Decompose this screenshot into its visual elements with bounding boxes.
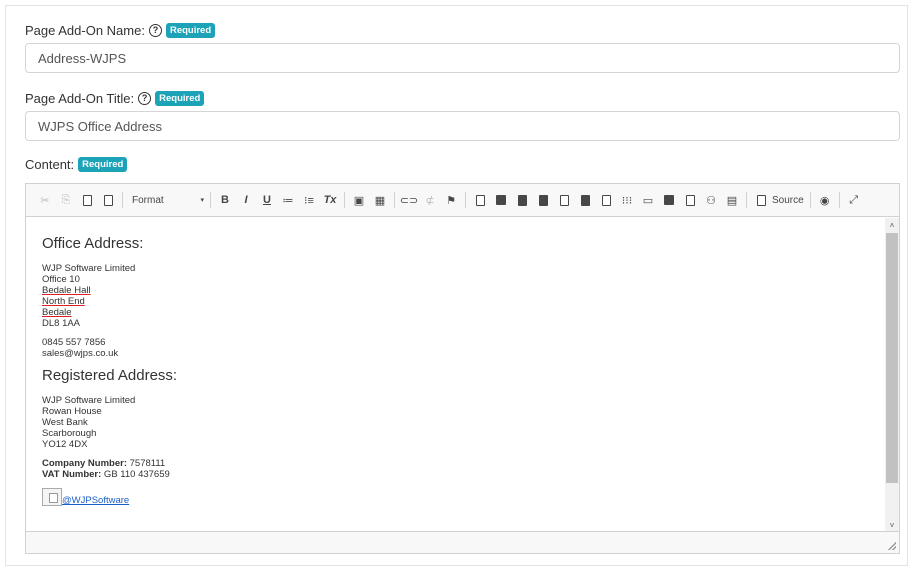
address-line: North End — [42, 296, 85, 307]
title-input-value: WJPS Office Address — [38, 118, 163, 134]
address-line: DL8 1AA — [42, 318, 81, 329]
maximize-icon[interactable]: ⤢ — [845, 191, 863, 209]
contact-details: 0845 557 7856 sales@wjps.co.uk — [42, 337, 869, 359]
toolbar-separator — [210, 192, 211, 208]
help-icon[interactable]: ? — [148, 23, 162, 37]
toolbar-separator — [838, 192, 840, 208]
italic-icon[interactable]: I — [237, 191, 255, 209]
search-doc-icon[interactable] — [681, 191, 699, 209]
remove-format-icon[interactable]: Tx — [321, 191, 339, 209]
address-line: Bedale — [42, 307, 72, 318]
source-icon[interactable] — [752, 191, 770, 209]
table-icon[interactable]: ▦ — [371, 191, 389, 209]
address-line: WJP Software Limited — [42, 395, 136, 406]
format-label: Format — [132, 194, 164, 206]
block-icon[interactable] — [492, 191, 510, 209]
address-line: Rowan House — [42, 406, 102, 417]
copy-icon[interactable]: ⎘ — [57, 191, 75, 209]
toolbar-separator — [122, 192, 123, 208]
company-number-label: Company Number: — [42, 458, 127, 469]
office-address: WJP Software Limited Office 10 Bedale Ha… — [42, 263, 869, 329]
social-link-row: @WJPSoftware — [42, 488, 869, 506]
cut-icon[interactable]: ✂ — [36, 191, 54, 209]
name-input-value: Address-WJPS — [38, 50, 127, 66]
format-dropdown[interactable]: Format ▾ — [132, 191, 204, 209]
address-line: Scarborough — [42, 428, 97, 439]
paste-icon[interactable] — [78, 191, 96, 209]
company-number: 7578111 — [126, 458, 166, 469]
vat-number-label: VAT Number: — [42, 469, 102, 480]
required-badge: Required — [78, 156, 128, 172]
form-icon[interactable] — [660, 191, 678, 209]
editor-toolbar: ✂ ⎘ Format ▾ B I U ≔ ⁝≡ Tx ▣ ▦ ⊂⊃ ⊄ ⚑ ⁝⁝… — [26, 184, 899, 217]
toolbar-separator — [394, 192, 395, 208]
address-line: WJP Software Limited — [42, 263, 136, 274]
folder-icon[interactable] — [534, 191, 552, 209]
image-icon[interactable]: ▣ — [350, 191, 368, 209]
company-details: Company Number: 7578111 VAT Number: GB 1… — [42, 458, 869, 480]
editor-scrollbar[interactable]: ˄ ˅ — [885, 218, 899, 532]
page-icon[interactable] — [555, 191, 573, 209]
scroll-up-icon[interactable]: ˄ — [885, 218, 899, 232]
form-panel: Page Add-On Name: ? Required Address-WJP… — [5, 5, 908, 566]
unlink-icon[interactable]: ⊄ — [421, 191, 439, 209]
phone-number: 0845 557 7856 — [42, 337, 106, 348]
address-line: Office 10 — [42, 274, 80, 285]
twitter-link[interactable]: @WJPSoftware — [62, 495, 129, 506]
address-line: YO12 4DX — [42, 439, 88, 450]
email-address: sales@wjps.co.uk — [42, 348, 119, 359]
rich-text-editor: ✂ ⎘ Format ▾ B I U ≔ ⁝≡ Tx ▣ ▦ ⊂⊃ ⊄ ⚑ ⁝⁝… — [25, 183, 900, 554]
bulleted-list-icon[interactable]: ⁝≡ — [300, 191, 318, 209]
content-label-text: Content: — [25, 156, 75, 172]
name-label-text: Page Add-On Name: — [25, 22, 145, 38]
chevron-down-icon: ▾ — [200, 197, 204, 204]
bold-icon[interactable]: B — [216, 191, 234, 209]
address-line: West Bank — [42, 417, 88, 428]
paste-text-icon[interactable] — [99, 191, 117, 209]
calendar-icon[interactable]: ▤ — [723, 191, 741, 209]
address-line: Bedale Hall — [42, 285, 91, 296]
toolbar-separator — [746, 192, 747, 208]
source-button[interactable]: Source — [772, 195, 804, 206]
scroll-down-icon[interactable]: ˅ — [885, 518, 899, 532]
toolbar-separator — [344, 192, 345, 208]
page-lines-icon[interactable] — [576, 191, 594, 209]
office-heading: Office Address: — [42, 235, 144, 252]
template-icon[interactable] — [471, 191, 489, 209]
resize-handle-icon[interactable] — [888, 542, 896, 550]
link-icon[interactable]: ⊂⊃ — [400, 191, 418, 209]
broken-image-icon — [42, 488, 62, 506]
doc-link-icon[interactable] — [597, 191, 615, 209]
toolbar-separator — [465, 192, 466, 208]
registered-address: WJP Software Limited Rowan House West Ba… — [42, 395, 869, 450]
underline-icon[interactable]: U — [258, 191, 276, 209]
scroll-thumb[interactable] — [886, 233, 898, 483]
required-badge: Required — [155, 90, 205, 106]
document-icon[interactable] — [513, 191, 531, 209]
toolbar-separator — [809, 192, 811, 208]
name-field-label: Page Add-On Name: ? Required — [25, 22, 216, 38]
page-addon-name-input[interactable]: Address-WJPS — [25, 43, 900, 73]
registered-heading: Registered Address: — [42, 367, 178, 384]
people-icon[interactable]: ⚇ — [702, 191, 720, 209]
accessibility-icon[interactable]: ◉ — [816, 191, 834, 209]
comment-icon[interactable]: ▭ — [639, 191, 657, 209]
numbered-list-icon[interactable]: ≔ — [279, 191, 297, 209]
editor-status-bar — [26, 531, 899, 553]
required-badge: Required — [165, 22, 216, 38]
editor-content[interactable]: Office Address: WJP Software Limited Off… — [26, 218, 885, 532]
help-icon[interactable]: ? — [138, 91, 152, 105]
anchor-icon[interactable]: ⚑ — [442, 191, 460, 209]
vat-number: GB 110 437659 — [101, 469, 170, 480]
title-label-text: Page Add-On Title: — [25, 90, 135, 106]
grid-icon[interactable]: ⁝⁝⁝ — [618, 191, 636, 209]
page-addon-title-input[interactable]: WJPS Office Address — [25, 111, 900, 141]
content-field-label: Content: Required — [25, 156, 128, 172]
title-field-label: Page Add-On Title: ? Required — [25, 90, 205, 106]
